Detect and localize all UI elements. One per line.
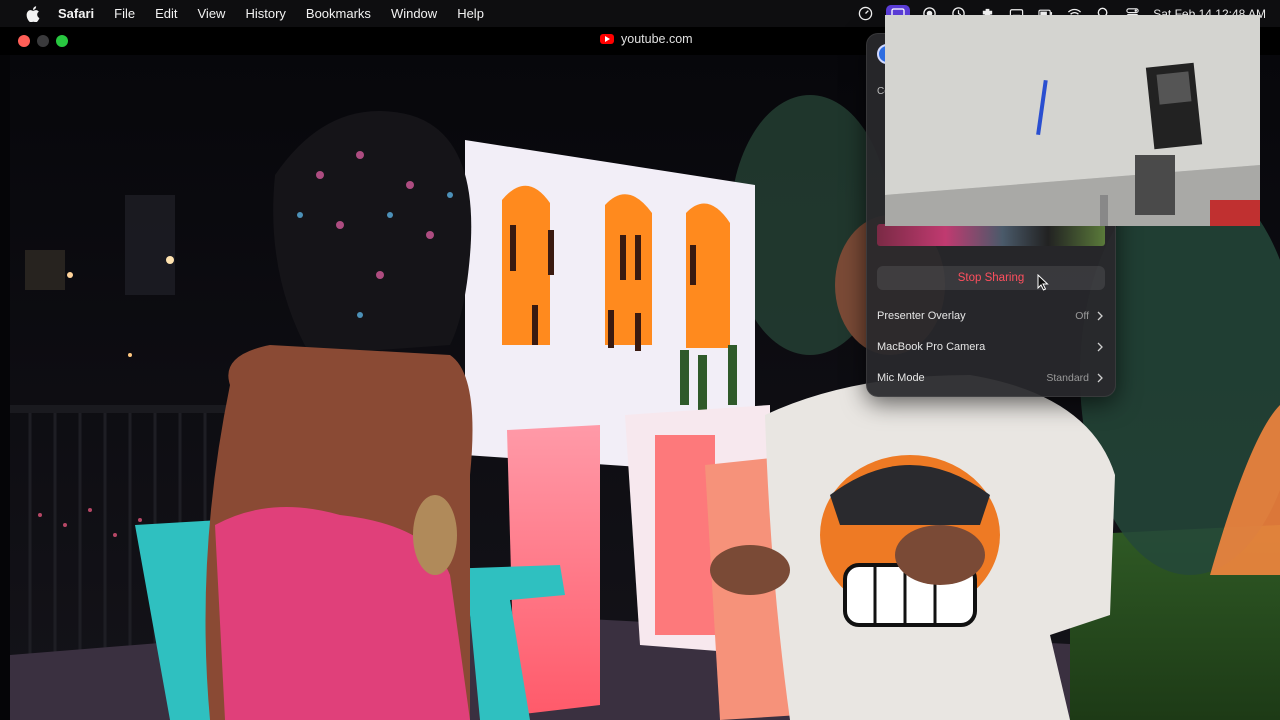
chevron-right-icon xyxy=(1097,342,1105,352)
menu-view[interactable]: View xyxy=(198,6,226,21)
chevron-right-icon xyxy=(1097,373,1105,383)
camera-row[interactable]: MacBook Pro Camera xyxy=(877,335,1105,359)
camera-label: MacBook Pro Camera xyxy=(877,341,986,353)
menu-help[interactable]: Help xyxy=(457,6,484,21)
youtube-favicon-icon xyxy=(600,34,614,44)
menu-window[interactable]: Window xyxy=(391,6,437,21)
apple-icon[interactable] xyxy=(26,5,42,22)
mic-mode-label: Mic Mode xyxy=(877,372,925,384)
camera-preview xyxy=(885,15,1260,226)
presenter-overlay-row[interactable]: Presenter Overlay Off xyxy=(877,304,1105,328)
menu-history[interactable]: History xyxy=(245,6,285,21)
gauge-icon[interactable] xyxy=(857,6,873,22)
presenter-overlay-label: Presenter Overlay xyxy=(877,310,966,322)
stop-sharing-label: Stop Sharing xyxy=(957,272,1025,284)
camera-preview-illustration xyxy=(885,15,1260,226)
mic-mode-value: Standard xyxy=(1046,372,1089,384)
menu-file[interactable]: File xyxy=(114,6,135,21)
maximize-window-button[interactable] xyxy=(56,35,68,47)
address-bar[interactable]: youtube.com xyxy=(600,32,693,46)
minimize-window-button[interactable] xyxy=(37,35,49,47)
menu-edit[interactable]: Edit xyxy=(155,6,177,21)
address-bar-url: youtube.com xyxy=(621,32,693,46)
stop-sharing-button[interactable]: Stop Sharing xyxy=(877,266,1105,290)
chevron-right-icon xyxy=(1097,311,1105,321)
menu-app-name[interactable]: Safari xyxy=(58,6,94,21)
shared-window-thumbnails[interactable] xyxy=(877,224,1105,246)
menu-bookmarks[interactable]: Bookmarks xyxy=(306,6,371,21)
mouse-pointer-icon xyxy=(1037,273,1049,296)
mic-mode-row[interactable]: Mic Mode Standard xyxy=(877,366,1105,390)
close-window-button[interactable] xyxy=(18,35,30,47)
presenter-overlay-value: Off xyxy=(1075,310,1089,322)
